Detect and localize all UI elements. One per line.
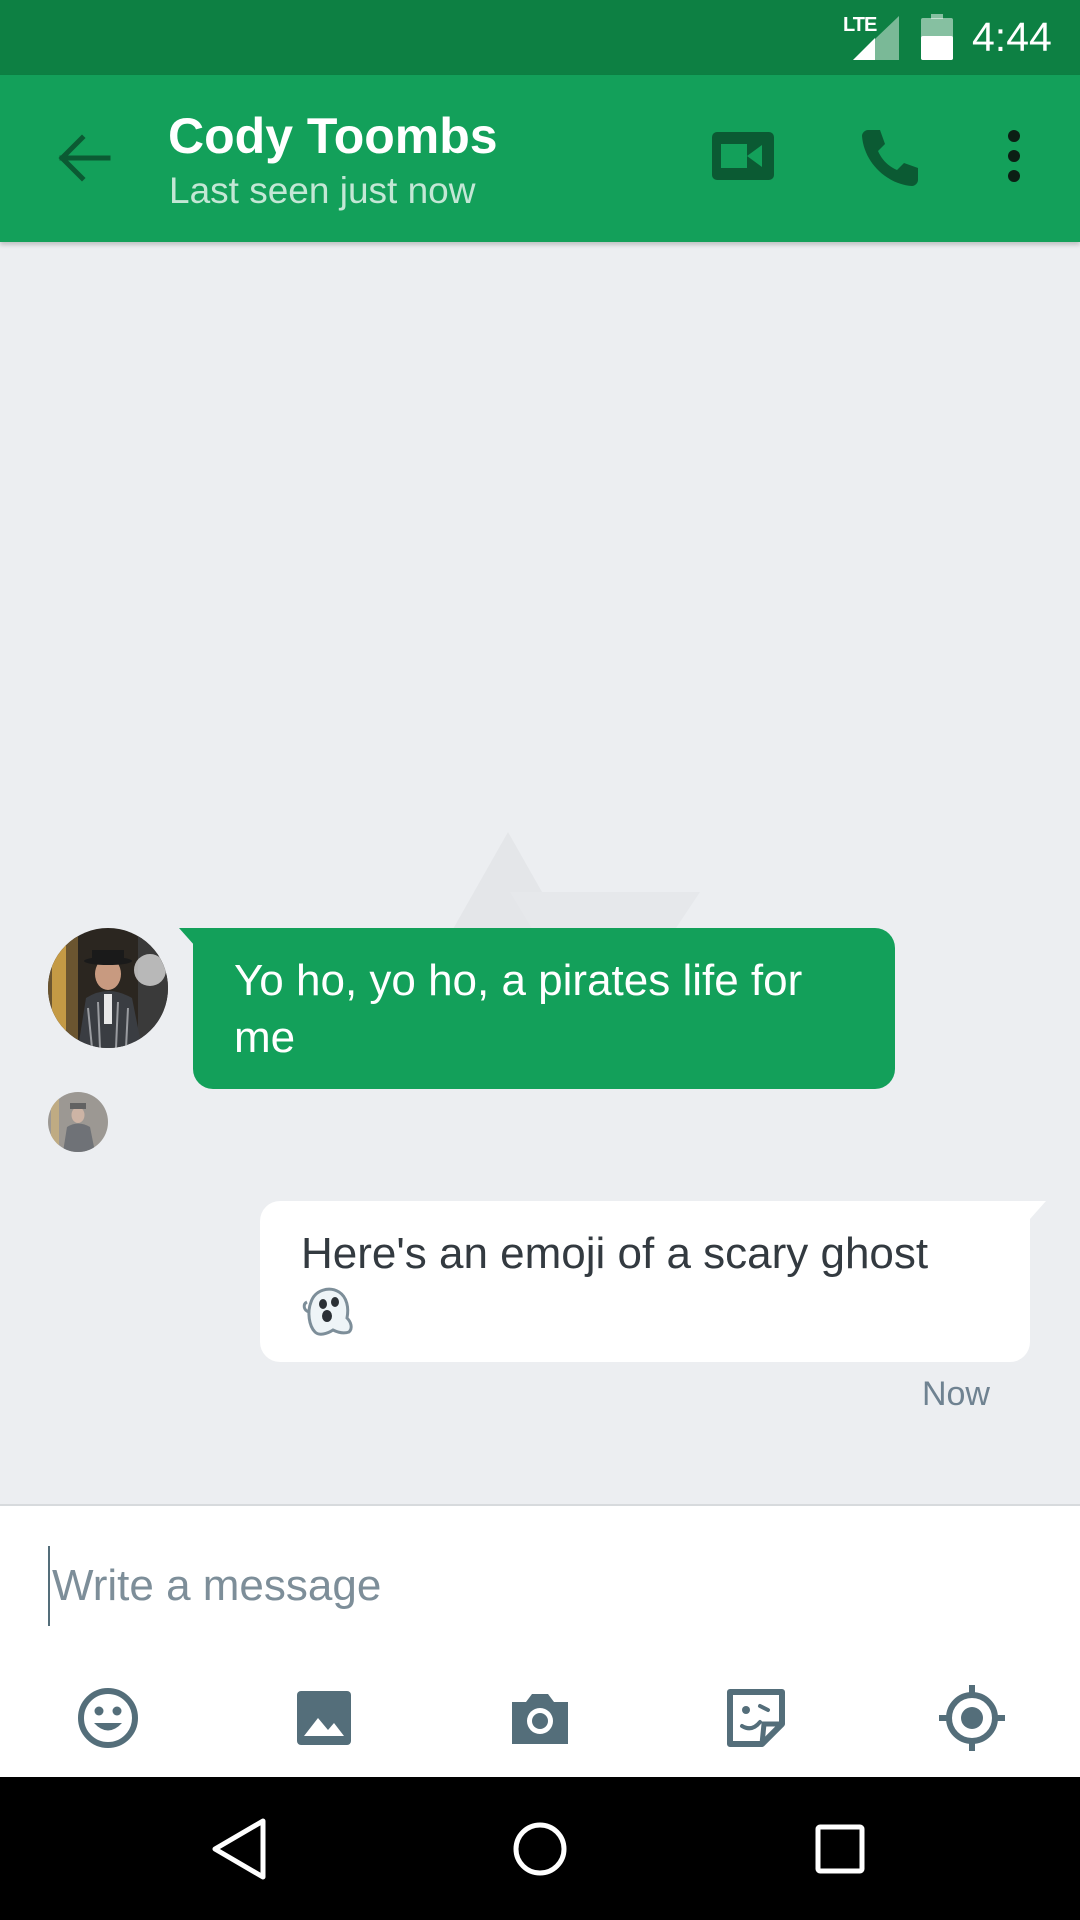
- read-receipt-avatar: [48, 1092, 108, 1152]
- message-timestamp: Now: [921, 1375, 990, 1413]
- incoming-message-text: Yo ho, yo ho, a pirates life for me: [234, 956, 803, 1062]
- incoming-message-bubble[interactable]: Yo ho, yo ho, a pirates life for me: [193, 928, 895, 1089]
- contact-last-seen: Last seen just now: [169, 170, 476, 211]
- emoji-icon[interactable]: [72, 1682, 144, 1754]
- image-icon[interactable]: [288, 1682, 360, 1754]
- outgoing-message-bubble[interactable]: Here's an emoji of a scary ghost: [260, 1201, 1030, 1362]
- chat-header: Cody Toombs Last seen just now: [0, 75, 1080, 242]
- phone-icon[interactable]: [848, 120, 928, 192]
- battery-icon: [921, 14, 953, 60]
- contact-avatar[interactable]: [48, 928, 168, 1048]
- avatar-photo-small: [48, 1092, 108, 1152]
- location-icon[interactable]: [936, 1682, 1008, 1754]
- system-navigation-bar: [0, 1777, 1080, 1920]
- contact-name[interactable]: Cody Toombs: [168, 107, 498, 165]
- ghost-emoji-icon: [302, 1287, 353, 1336]
- message-input[interactable]: [48, 1546, 1032, 1626]
- back-arrow-icon[interactable]: [44, 128, 124, 188]
- outgoing-message-text: Here's an emoji of a scary ghost: [301, 1229, 929, 1278]
- outgoing-bubble-tail: [1030, 1201, 1046, 1219]
- status-bar: LTE 4:44: [0, 0, 1080, 75]
- video-camera-icon[interactable]: [702, 120, 784, 192]
- signal-icon: [853, 16, 899, 60]
- recents-square-icon[interactable]: [802, 1811, 878, 1887]
- more-vert-icon[interactable]: [990, 120, 1038, 192]
- clock-time: 4:44: [972, 14, 1052, 60]
- outgoing-message-content: Here's an emoji of a scary ghost: [301, 1225, 1001, 1344]
- message-list[interactable]: Yo ho, yo ho, a pirates life for me Here…: [0, 242, 1080, 1504]
- back-triangle-icon[interactable]: [203, 1811, 279, 1887]
- avatar-photo: [48, 928, 168, 1048]
- sticker-icon[interactable]: [720, 1682, 792, 1754]
- camera-icon[interactable]: [504, 1682, 576, 1754]
- message-composer: [0, 1504, 1080, 1779]
- home-circle-icon[interactable]: [502, 1811, 578, 1887]
